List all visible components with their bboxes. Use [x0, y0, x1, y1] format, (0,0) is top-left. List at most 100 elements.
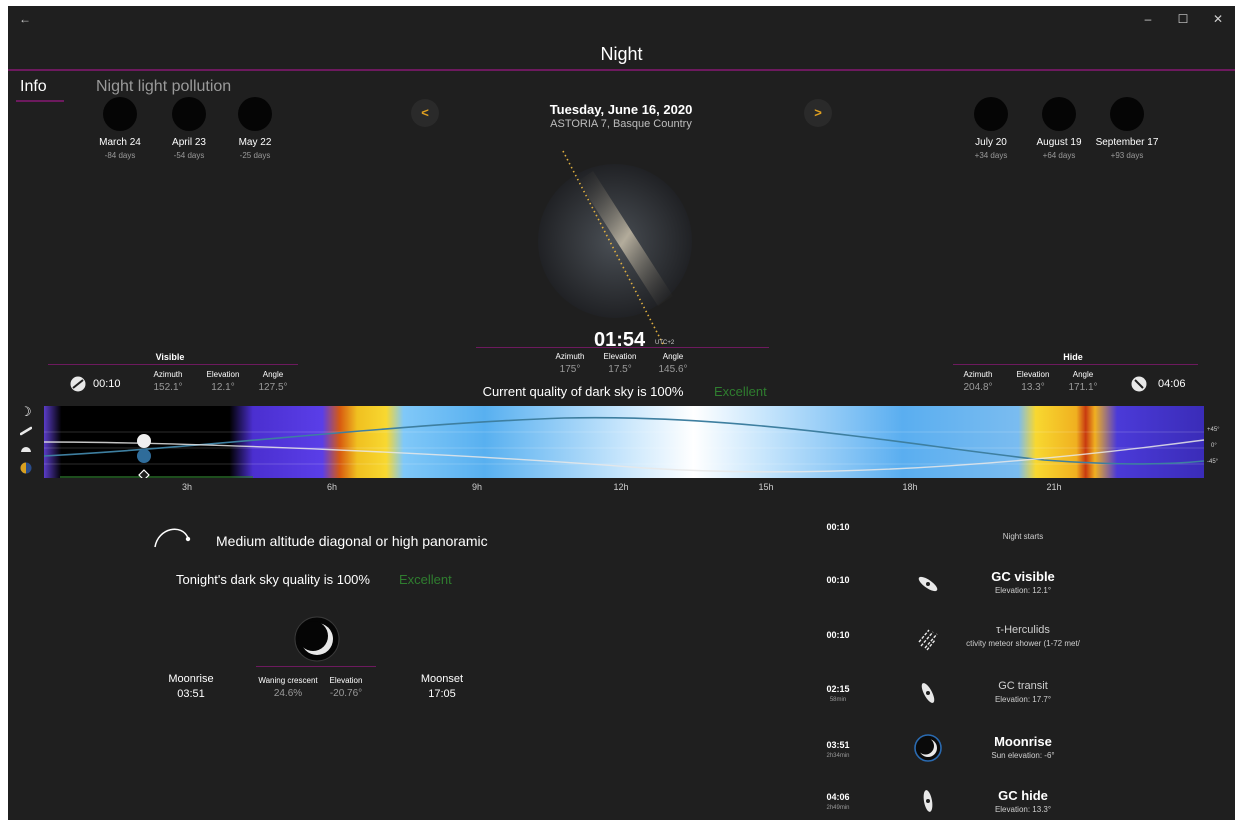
- new-moon-icon: [238, 97, 272, 131]
- sky-brightness-band: [44, 406, 1204, 478]
- visible-elevation-label: Elevation: [206, 370, 240, 379]
- event-subtitle: Sun elevation: -6°: [991, 751, 1055, 760]
- degree-label: -45°: [1207, 459, 1219, 465]
- visible-elevation: 12.1°: [211, 382, 235, 393]
- next-moon-date: September 17: [1095, 137, 1159, 148]
- hide-elevation-label: Elevation: [1016, 370, 1050, 379]
- event-duration: 2h49min: [826, 805, 850, 811]
- selected-date: Tuesday, June 16, 2020: [549, 102, 693, 117]
- tab-info[interactable]: Info: [20, 78, 47, 96]
- moon-icon: [914, 734, 942, 762]
- hide-azimuth: 204.8°: [963, 382, 993, 393]
- new-moon-icon: [172, 97, 206, 131]
- current-elevation: 17.5°: [608, 364, 632, 375]
- tonight-quality-text: Tonight's dark sky quality is 100%: [176, 572, 370, 587]
- composition-arc-icon: [154, 528, 191, 548]
- hide-header: Hide: [1063, 352, 1083, 362]
- moon-divider: [256, 666, 376, 667]
- event-duration: 2h34min: [826, 753, 850, 759]
- moonset-label: Moonset: [420, 673, 464, 685]
- current-azimuth: 175°: [559, 364, 581, 375]
- back-button[interactable]: ←: [10, 8, 40, 30]
- event-title: GC transit: [998, 680, 1048, 692]
- event-subtitle: Elevation: 12.1°: [994, 586, 1052, 595]
- tonight-quality-rating: Excellent: [399, 572, 452, 587]
- location-name: ASTORIA 7, Basque Country: [550, 118, 692, 130]
- visible-time: 00:10: [93, 378, 121, 390]
- galaxy-row-icon: [20, 426, 32, 436]
- galaxy-hide-icon: [1131, 376, 1147, 392]
- hide-time: 04:06: [1158, 378, 1186, 390]
- event-time: 03:51: [826, 740, 850, 750]
- current-elevation-label: Elevation: [603, 352, 637, 361]
- galaxy-hide-icon: [923, 790, 933, 812]
- current-angle: 145.6°: [658, 364, 688, 375]
- current-divider: [476, 347, 769, 348]
- event-subtitle: ctivity meteor shower (1-72 met/: [966, 639, 1080, 648]
- hide-azimuth-label: Azimuth: [963, 370, 993, 379]
- event-time: 02:15: [826, 684, 850, 694]
- night-timeline[interactable]: [44, 406, 1235, 478]
- event-subtitle: Elevation: 17.7°: [994, 695, 1052, 704]
- maximize-button[interactable]: ☐: [1168, 8, 1198, 30]
- app-window: ← – ☐ ✕ Night Info Night light pollution…: [8, 6, 1235, 820]
- sky-view[interactable]: [538, 146, 708, 346]
- moon-crescent-icon: ☽: [20, 404, 32, 419]
- hour-tick-label: 6h: [326, 482, 337, 492]
- current-angle-label: Angle: [662, 352, 684, 361]
- hour-tick-label: 12h: [613, 482, 629, 492]
- event-duration: 58min: [829, 697, 847, 703]
- title-divider: [8, 69, 1235, 71]
- visible-angle-label: Angle: [262, 370, 284, 379]
- event-title: Moonrise: [994, 734, 1052, 749]
- event-title: τ-Herculids: [996, 624, 1050, 636]
- galaxy-transit-icon: [921, 683, 935, 703]
- moonrise-label: Moonrise: [168, 673, 214, 685]
- utc-offset: UTC+2: [655, 340, 675, 346]
- visible-angle: 127.5°: [258, 382, 288, 393]
- moonrise-time: 03:51: [177, 688, 205, 700]
- visible-divider: [48, 364, 298, 365]
- event-title: GC visible: [991, 569, 1055, 584]
- current-quality-rating: Excellent: [714, 384, 767, 399]
- moon-phase-row-icon: [20, 462, 32, 474]
- visible-header: Visible: [155, 352, 185, 362]
- moon-position-marker: [137, 434, 151, 448]
- visible-azimuth: 152.1°: [153, 382, 183, 393]
- hide-divider: [953, 364, 1198, 365]
- hide-angle-label: Angle: [1072, 370, 1094, 379]
- event-time: 00:10: [826, 630, 850, 640]
- new-moon-icon: [1110, 97, 1144, 131]
- event-title: GC hide: [998, 788, 1048, 803]
- close-button[interactable]: ✕: [1203, 8, 1233, 30]
- hide-angle: 171.1°: [1068, 382, 1098, 393]
- event-subtitle: Night starts: [1002, 532, 1044, 541]
- galaxy-position-marker: [137, 449, 151, 463]
- hour-tick-label: 3h: [181, 482, 192, 492]
- hour-tick-label: 15h: [758, 482, 774, 492]
- moon-elevation-value: -20.76°: [329, 688, 363, 699]
- new-moon-icon: [1042, 97, 1076, 131]
- moon-phase-icon: [294, 616, 340, 662]
- event-time: 00:10: [826, 522, 850, 532]
- tab-info-indicator: [16, 100, 64, 102]
- current-quality-text: Current quality of dark sky is 100%: [482, 384, 684, 399]
- hour-tick-label: 21h: [1046, 482, 1062, 492]
- event-time: 00:10: [826, 575, 850, 585]
- hour-tick-label: 18h: [902, 482, 918, 492]
- degree-label: +45°: [1207, 427, 1220, 433]
- hour-tick-label: 9h: [471, 482, 482, 492]
- next-day-button[interactable]: >: [804, 99, 832, 127]
- meteor-icon: [918, 629, 938, 651]
- tab-night-light-pollution[interactable]: Night light pollution: [96, 78, 231, 96]
- event-subtitle: Elevation: 13.3°: [994, 805, 1052, 814]
- minimize-button[interactable]: –: [1133, 8, 1163, 30]
- current-time: 01:54: [594, 329, 646, 351]
- hide-elevation: 13.3°: [1021, 382, 1045, 393]
- prev-day-button[interactable]: <: [411, 99, 439, 127]
- current-azimuth-label: Azimuth: [555, 352, 585, 361]
- visible-azimuth-label: Azimuth: [153, 370, 183, 379]
- moon-phase-label: Waning crescent: [258, 676, 318, 685]
- moon-elevation-label: Elevation: [329, 676, 363, 685]
- next-moon-delta: +93 days: [1110, 151, 1144, 160]
